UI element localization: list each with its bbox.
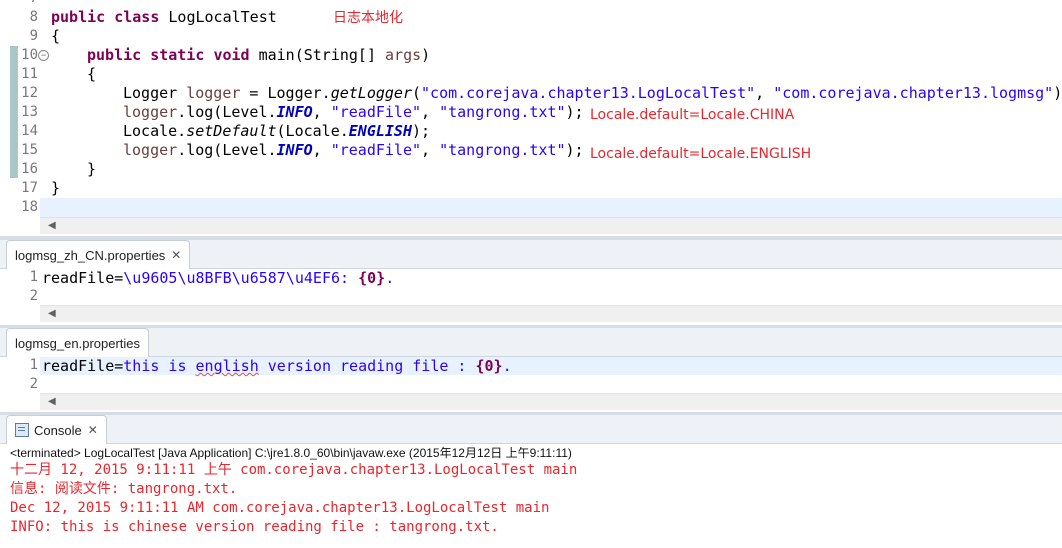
code-line-13[interactable]: logger.log(Level.INFO, "readFile", "tang… (123, 103, 584, 122)
code-line-9[interactable]: { (51, 27, 60, 46)
line-number: 17 (21, 180, 38, 196)
tab-console[interactable]: Console ✕ (6, 415, 107, 444)
line-number: 18 (21, 199, 38, 215)
close-icon[interactable]: ✕ (88, 423, 98, 437)
en-properties-editor[interactable]: 1 2 readFile=this is english version rea… (0, 357, 1062, 412)
console-output-line: 信息: 阅读文件: tangrong.txt. (10, 481, 238, 497)
close-icon[interactable]: ✕ (171, 248, 181, 262)
console-status: <terminated> LogLocalTest [Java Applicat… (10, 446, 572, 460)
zh-property-line[interactable]: readFile=\u9605\u8BFB\u6587\u4EF6: {0}. (42, 269, 394, 287)
line-number: 13 (21, 104, 38, 120)
scroll-left-icon[interactable]: ◀ (48, 220, 56, 231)
line-number: 7 (0, 0, 38, 6)
code-line-12[interactable]: Logger logger = Logger.getLogger("com.co… (123, 84, 1062, 103)
line-number: 8 (29, 9, 38, 25)
line-number: 12 (21, 85, 38, 101)
line-number: 2 (29, 288, 38, 304)
en-properties-tabbar: logmsg_en.properties (0, 328, 1062, 357)
line-number: 2 (29, 376, 38, 392)
scroll-left-icon[interactable]: ◀ (48, 396, 56, 407)
line-number: 1 (29, 357, 38, 373)
console-output-line: INFO: this is chinese version reading fi… (10, 519, 499, 535)
tab-label: logmsg_en.properties (15, 335, 141, 351)
line-number: 15 (21, 142, 38, 158)
console-icon (15, 423, 29, 437)
horizontal-scrollbar[interactable]: ◀ (40, 217, 1062, 234)
console-pane[interactable]: <terminated> LogLocalTest [Java Applicat… (0, 444, 1062, 548)
zh-properties-tabbar: logmsg_zh_CN.properties ✕ (0, 240, 1062, 269)
java-editor[interactable]: 7 8 9 10 11 12 13 14 15 16 17 18 − publi… (0, 0, 1062, 236)
console-tabbar: Console ✕ (0, 415, 1062, 444)
code-line-15[interactable]: logger.log(Level.INFO, "readFile", "tang… (123, 141, 584, 160)
line-number: 1 (29, 269, 38, 285)
line-number: 16 (21, 161, 38, 177)
current-line-highlight (40, 198, 1062, 217)
console-output-line: 十二月 12, 2015 9:11:11 上午 com.corejava.cha… (10, 462, 578, 478)
tab-label: logmsg_zh_CN.properties (15, 247, 166, 263)
code-line-14[interactable]: Locale.setDefault(Locale.ENGLISH); (123, 122, 430, 141)
code-line-16[interactable]: } (87, 160, 96, 179)
code-line-17[interactable]: } (51, 179, 60, 198)
horizontal-scrollbar[interactable]: ◀ (40, 393, 1062, 410)
line-number: 11 (21, 66, 38, 82)
tab-logmsg-zh-cn[interactable]: logmsg_zh_CN.properties ✕ (6, 240, 191, 269)
annotation-locale-china: Locale.default=Locale.CHINA (590, 107, 795, 123)
title-annotation: 日志本地化 (333, 10, 403, 26)
tab-label: Console (34, 422, 82, 438)
code-line-8[interactable]: public class LogLocalTest (51, 8, 277, 27)
annotation-locale-english: Locale.default=Locale.ENGLISH (590, 146, 812, 162)
horizontal-scrollbar[interactable]: ◀ (40, 305, 1062, 322)
en-property-line[interactable]: readFile=this is english version reading… (42, 357, 512, 375)
line-number: 9 (29, 28, 38, 44)
line-number: 10 (21, 47, 38, 63)
tab-logmsg-en[interactable]: logmsg_en.properties (6, 328, 150, 357)
scroll-left-icon[interactable]: ◀ (48, 308, 56, 319)
zh-properties-editor[interactable]: 1 2 readFile=\u9605\u8BFB\u6587\u4EF6: {… (0, 269, 1062, 325)
code-line-10[interactable]: public static void main(String[] args) (87, 46, 430, 65)
fold-collapse-icon[interactable]: − (38, 50, 49, 61)
code-line-11[interactable]: { (87, 65, 96, 84)
line-number: 14 (21, 123, 38, 139)
console-output-line: Dec 12, 2015 9:11:11 AM com.corejava.cha… (10, 500, 550, 516)
